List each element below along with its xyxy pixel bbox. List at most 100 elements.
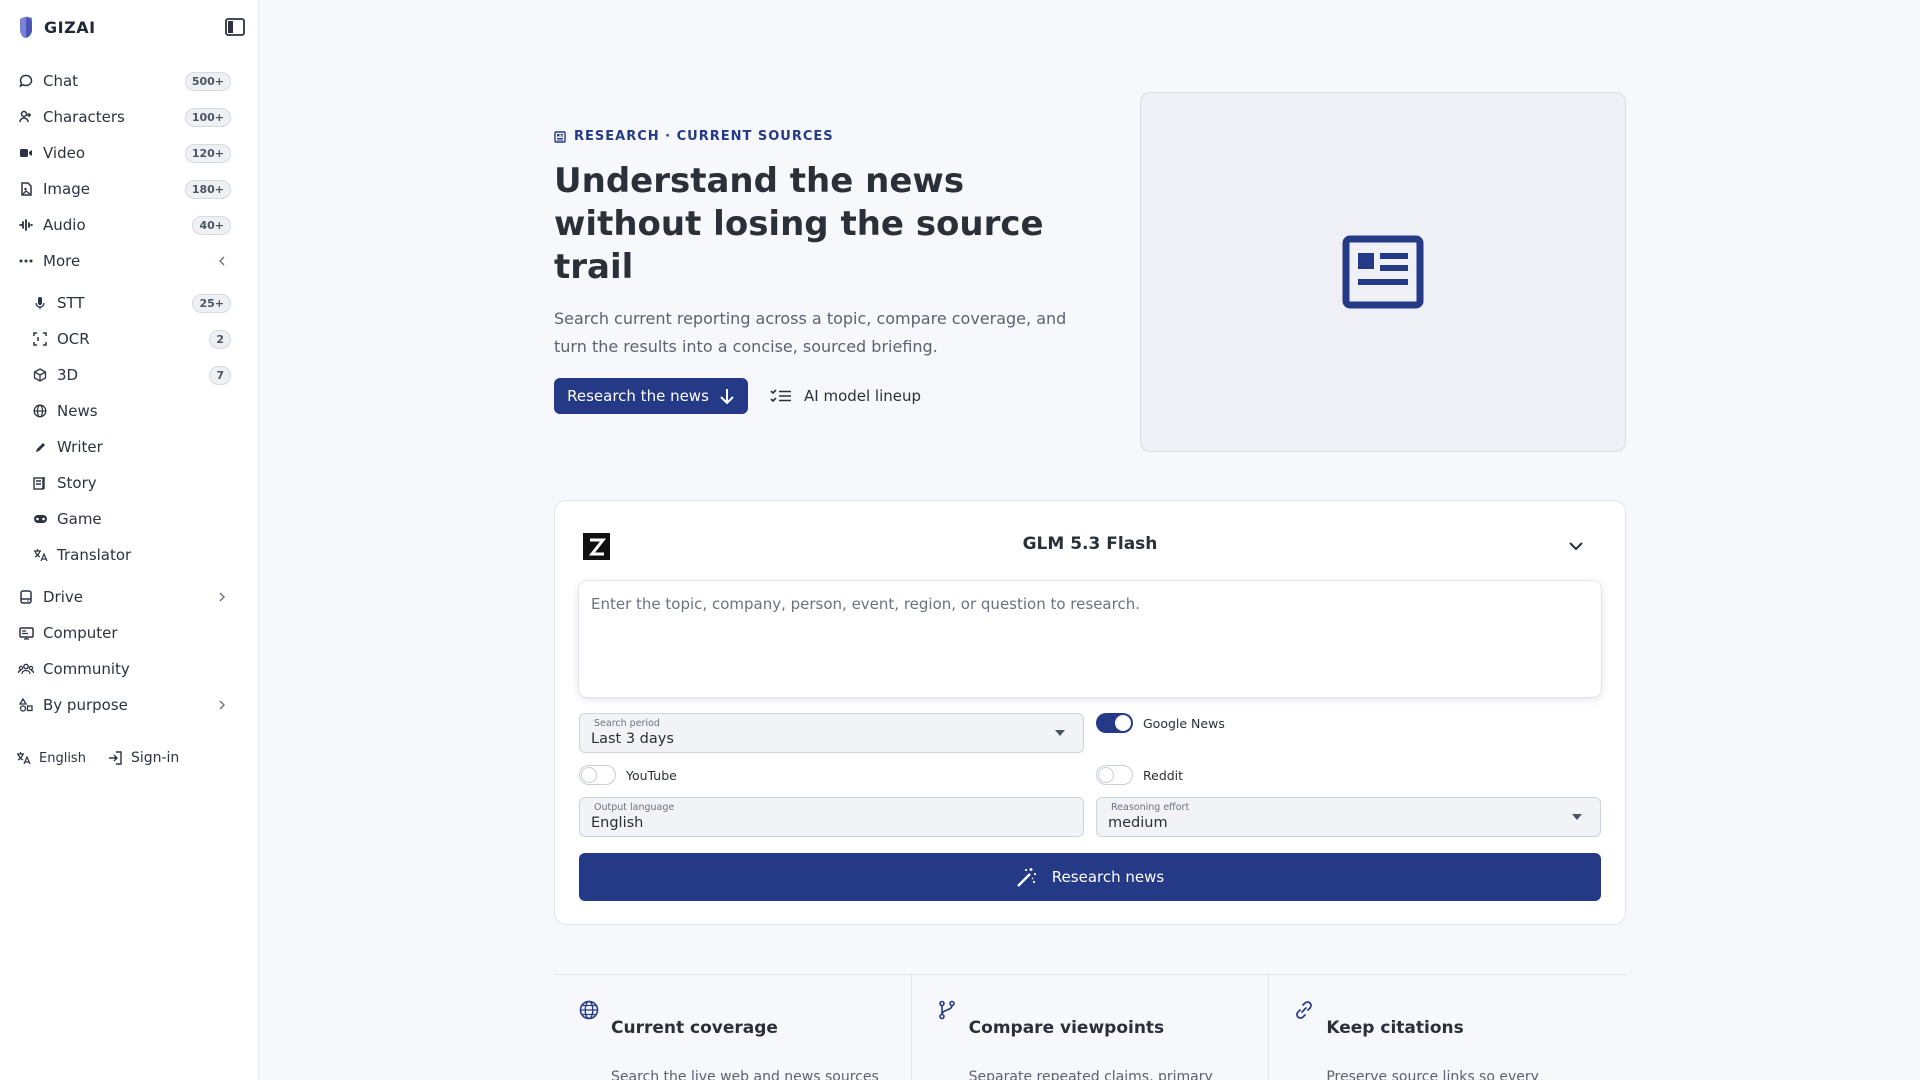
sidebar-item-video[interactable]: Video 120+ [0, 135, 259, 171]
field-value: Last 3 days [591, 731, 674, 747]
toggle-label: YouTube [626, 767, 677, 783]
sidebar-item-drive[interactable]: Drive [0, 579, 259, 615]
ai-model-lineup-button[interactable]: AI model lineup [770, 378, 921, 414]
hero-eyebrow: RESEARCH · CURRENT SOURCES [554, 129, 834, 144]
monitor-icon [18, 625, 34, 641]
sidebar-item-characters[interactable]: Characters 100+ [0, 99, 259, 135]
sidebar-item-label: 3D [57, 366, 79, 384]
community-icon [18, 661, 34, 677]
signin-button[interactable]: Sign-in [108, 750, 179, 766]
sidebar-item-ocr[interactable]: OCR 2 [0, 321, 259, 357]
button-label: AI model lineup [804, 387, 922, 405]
output-language-field[interactable]: Output language English [579, 797, 1084, 837]
translate-icon [32, 547, 48, 563]
field-value: English [591, 815, 644, 831]
eyebrow-text: RESEARCH · CURRENT SOURCES [574, 129, 834, 144]
toggle-label: Reddit [1143, 767, 1184, 783]
sidebar-item-label: Game [57, 510, 102, 528]
video-camera-icon [18, 145, 34, 161]
users-icon [18, 109, 34, 125]
language-button[interactable]: English [16, 751, 86, 766]
sidebar-item-translator[interactable]: Translator [0, 537, 259, 573]
globe-icon [579, 1000, 599, 1020]
sidebar-item-label: Image [43, 180, 90, 198]
translate-icon [17, 752, 31, 765]
count-badge: 7 [209, 366, 231, 385]
arrow-down-icon [720, 389, 734, 405]
caret-down-icon [1055, 730, 1065, 736]
research-the-news-button[interactable]: Research the news [554, 378, 748, 414]
hero-description: Search current reporting across a topic,… [554, 309, 1067, 356]
count-badge: 120+ [184, 144, 231, 163]
scan-icon [32, 331, 48, 347]
chevron-right-icon [219, 592, 225, 602]
sidebar-item-by-purpose[interactable]: By purpose [0, 687, 259, 723]
sidebar-item-3d[interactable]: 3D 7 [0, 357, 259, 393]
google-news-toggle[interactable] [1096, 713, 1133, 733]
research-form-card: GLM 5.3 Flash Search period Last 3 days … [554, 500, 1626, 925]
features-row: Current coverage Search the live web and… [554, 974, 1626, 1080]
branch-icon [938, 1000, 955, 1020]
feature-description: Search the live web and news sources [611, 1069, 879, 1080]
sidebar-item-label: Translator [57, 546, 132, 564]
search-period-select[interactable]: Search period Last 3 days [579, 713, 1084, 753]
sidebar-item-game[interactable]: Game [0, 501, 259, 537]
microphone-icon [32, 295, 48, 311]
research-news-button[interactable]: Research news [579, 853, 1601, 901]
reddit-toggle[interactable] [1096, 765, 1133, 785]
image-icon [18, 181, 34, 197]
sidebar-item-label: Video [43, 144, 86, 162]
chevron-left-icon [219, 256, 225, 266]
sidebar-item-image[interactable]: Image 180+ [0, 171, 259, 207]
sidebar-item-label: Computer [43, 624, 118, 642]
sidebar-item-computer[interactable]: Computer [0, 615, 259, 651]
audio-wave-icon [18, 217, 34, 233]
sidebar-item-writer[interactable]: Writer [0, 429, 259, 465]
feature-card: Compare viewpoints Separate repeated cla… [912, 975, 1270, 1080]
feature-card: Current coverage Search the live web and… [554, 975, 912, 1080]
sidebar-item-stt[interactable]: STT 25+ [0, 285, 259, 321]
button-label: Research the news [567, 387, 709, 405]
count-badge: 25+ [192, 294, 231, 313]
topic-input[interactable] [579, 581, 1601, 697]
sidebar-item-label: OCR [57, 330, 90, 348]
gizai-logo-icon [20, 16, 32, 38]
reddit-toggle-row: Reddit [1096, 765, 1183, 785]
google-news-toggle-row: Google News [1096, 713, 1225, 733]
sidebar-item-label: More [43, 252, 81, 270]
sidebar-item-label: Drive [43, 588, 83, 606]
hero-illustration [1140, 92, 1626, 452]
count-badge: 40+ [192, 216, 231, 235]
sidebar-footer: English Sign-in [16, 750, 179, 766]
sidebar-item-label: Audio [43, 216, 86, 234]
drive-icon [18, 589, 34, 605]
sidebar-item-label: Characters [43, 108, 125, 126]
sidebar-item-community[interactable]: Community [0, 651, 259, 687]
count-badge: 500+ [184, 72, 231, 91]
book-icon [32, 475, 48, 491]
sidebar-item-story[interactable]: Story [0, 465, 259, 501]
chevron-right-icon [219, 700, 225, 710]
link-icon [1296, 1001, 1313, 1019]
brand-name: GIZAI [44, 17, 96, 37]
topic-input-wrapper [579, 581, 1601, 697]
sidebar-item-audio[interactable]: Audio 40+ [0, 207, 259, 243]
signin-icon [108, 751, 122, 765]
sidebar-item-more[interactable]: More [0, 243, 259, 279]
page-title: Understand the news without losing the s… [554, 161, 1044, 287]
sidebar-item-chat[interactable]: Chat 500+ [0, 63, 259, 99]
sidebar-toggle-icon[interactable] [225, 18, 245, 36]
sidebar-item-label: STT [57, 294, 85, 312]
pen-icon [32, 439, 48, 455]
brand[interactable]: GIZAI [18, 14, 96, 40]
reasoning-effort-select[interactable]: Reasoning effort medium [1096, 797, 1601, 837]
model-name: GLM 5.3 Flash [1022, 534, 1158, 554]
button-label: Research news [1051, 868, 1165, 886]
model-selector[interactable]: GLM 5.3 Flash [555, 521, 1625, 569]
sidebar-item-news[interactable]: News [0, 393, 259, 429]
youtube-toggle[interactable] [579, 765, 616, 785]
magic-wand-icon [1016, 868, 1036, 887]
ellipsis-icon [18, 253, 34, 269]
feature-title: Keep citations [1326, 1018, 1464, 1038]
sidebar-item-label: Story [57, 474, 97, 492]
